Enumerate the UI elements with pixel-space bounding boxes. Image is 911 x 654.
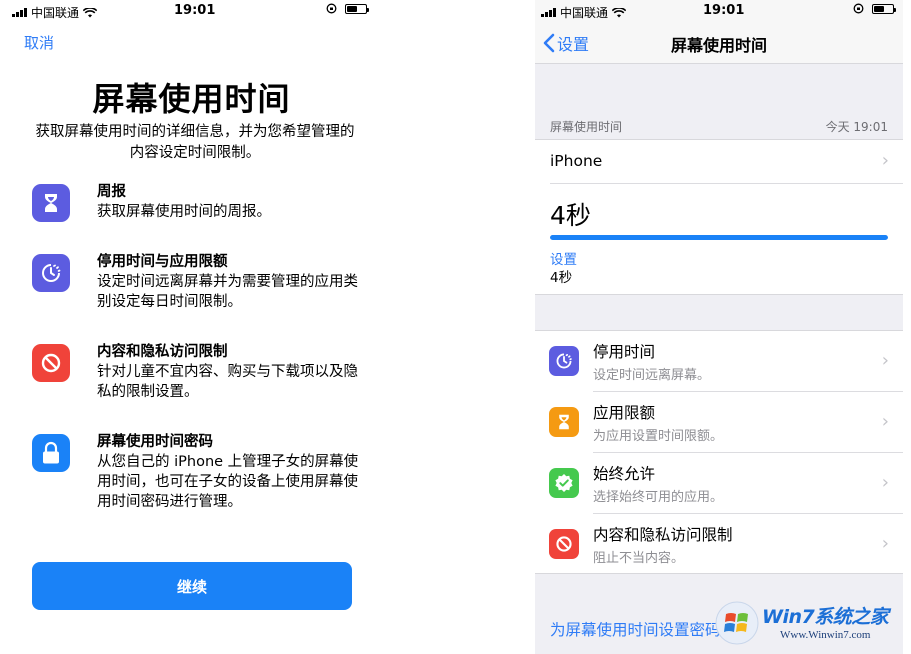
continue-button[interactable]: 继续 [32, 562, 352, 610]
row-subtitle: 设定时间远离屏幕。 [593, 368, 711, 383]
section-label: 屏幕使用时间 [550, 120, 623, 134]
carrier-group: 中国联通 [12, 4, 98, 21]
feature-name: 内容和隐私访问限制 [97, 344, 228, 360]
hourglass-icon [549, 407, 579, 437]
status-indicators [326, 3, 369, 14]
set-passcode-link[interactable]: 为屏幕使用时间设置密码 [550, 618, 721, 640]
feature-name: 屏幕使用时间密码 [97, 434, 213, 450]
row-content-privacy[interactable]: 内容和隐私访问限制 阻止不当内容。 › [535, 514, 903, 575]
feature-text: 停用时间与应用限额 设定时间远离屏幕并为需要管理的应用类别设定每日时间限制。 [97, 252, 367, 312]
orientation-lock-icon [326, 3, 337, 14]
chevron-right-icon: › [881, 533, 889, 554]
status-bar: 中国联通 19:01 [0, 0, 383, 22]
category-time: 4秒 [550, 270, 573, 286]
windows-logo-icon [715, 601, 759, 645]
feature-text: 屏幕使用时间密码 从您自己的 iPhone 上管理子女的屏幕使用时间，也可在子女… [97, 432, 367, 512]
device-name: iPhone [550, 152, 603, 170]
feature-name: 停用时间与应用限额 [97, 254, 228, 270]
row-downtime[interactable]: 停用时间 设定时间远离屏幕。 › [535, 331, 903, 392]
section-timestamp: 今天 19:01 [825, 120, 888, 134]
feature-desc: 设定时间远离屏幕并为需要管理的应用类别设定每日时间限制。 [97, 274, 358, 310]
restriction-icon [32, 344, 70, 382]
carrier-label: 中国联通 [560, 6, 609, 20]
feature-name: 周报 [97, 184, 126, 200]
signal-icon [541, 8, 556, 17]
usage-summary-card[interactable]: iPhone › 4秒 设置 4秒 [535, 139, 903, 295]
feature-text: 周报 获取屏幕使用时间的周报。 [97, 182, 367, 222]
usage-bar [550, 235, 888, 240]
wifi-icon [83, 7, 98, 17]
navigation-bar: 设置 屏幕使用时间 [535, 22, 903, 64]
row-title: 始终允许 [593, 465, 656, 483]
watermark-brand: Win7系统之家 [762, 606, 889, 628]
feature-desc: 从您自己的 iPhone 上管理子女的屏幕使用时间，也可在子女的设备上使用屏幕使… [97, 454, 359, 510]
hourglass-icon [32, 184, 70, 222]
row-title: 应用限额 [593, 404, 656, 422]
total-usage: 4秒 [550, 201, 591, 230]
row-subtitle: 阻止不当内容。 [593, 551, 685, 566]
chevron-right-icon: › [881, 350, 889, 371]
feature-text: 内容和隐私访问限制 针对儿童不宜内容、购买与下载项以及隐私的限制设置。 [97, 342, 367, 402]
row-always-allowed[interactable]: 始终允许 选择始终可用的应用。 › [535, 453, 903, 514]
battery-icon [345, 3, 369, 14]
category-label: 设置 [550, 252, 577, 268]
chevron-right-icon: › [881, 472, 889, 493]
usage-bar-fill [550, 235, 888, 240]
section-header: 屏幕使用时间 今天 19:01 [550, 118, 888, 135]
row-subtitle: 选择始终可用的应用。 [593, 490, 724, 505]
settings-list: 停用时间 设定时间远离屏幕。 › 应用限额 为应用设置时间限额。 › 始终允许 … [535, 330, 903, 574]
lock-icon [32, 434, 70, 472]
device-row[interactable]: iPhone › [550, 140, 903, 184]
chevron-right-icon: › [881, 411, 889, 432]
cancel-button[interactable]: 取消 [24, 32, 54, 53]
feature-desc: 针对儿童不宜内容、购买与下载项以及隐私的限制设置。 [97, 364, 358, 400]
status-time: 19:01 [174, 3, 216, 18]
battery-icon [872, 3, 896, 14]
watermark-logo: Win7系统之家 Www.Winwin7.com [712, 596, 908, 650]
row-subtitle: 为应用设置时间限额。 [593, 429, 724, 444]
carrier-group: 中国联通 [541, 4, 627, 21]
feature-desc: 获取屏幕使用时间的周报。 [97, 204, 271, 220]
signal-icon [12, 8, 27, 17]
orientation-lock-icon [853, 3, 864, 14]
carrier-label: 中国联通 [31, 6, 80, 20]
downtime-icon [32, 254, 70, 292]
screen-time-intro-screen: 中国联通 19:01 取消 屏幕使用时间 获取屏幕使用时间的详细信息，并为您希望… [0, 0, 383, 654]
status-time: 19:01 [703, 3, 745, 18]
downtime-icon [549, 346, 579, 376]
watermark-url: Www.Winwin7.com [780, 629, 871, 641]
row-title: 停用时间 [593, 343, 656, 361]
chevron-right-icon: › [881, 150, 889, 171]
restriction-icon [549, 529, 579, 559]
nav-title: 屏幕使用时间 [670, 36, 767, 55]
page-title: 屏幕使用时间 [92, 80, 291, 118]
row-app-limits[interactable]: 应用限额 为应用设置时间限额。 › [535, 392, 903, 453]
check-badge-icon [549, 468, 579, 498]
intro-text: 获取屏幕使用时间的详细信息，并为您希望管理的内容设定时间限制。 [35, 124, 355, 161]
wifi-icon [612, 7, 627, 17]
row-title: 内容和隐私访问限制 [593, 526, 733, 544]
status-bar: 中国联通 19:01 [535, 0, 903, 22]
screen-time-settings-screen: 中国联通 19:01 设置 屏幕使用时间 屏幕使用时间 今天 19:01 iPh… [535, 0, 903, 654]
status-indicators [853, 3, 896, 14]
